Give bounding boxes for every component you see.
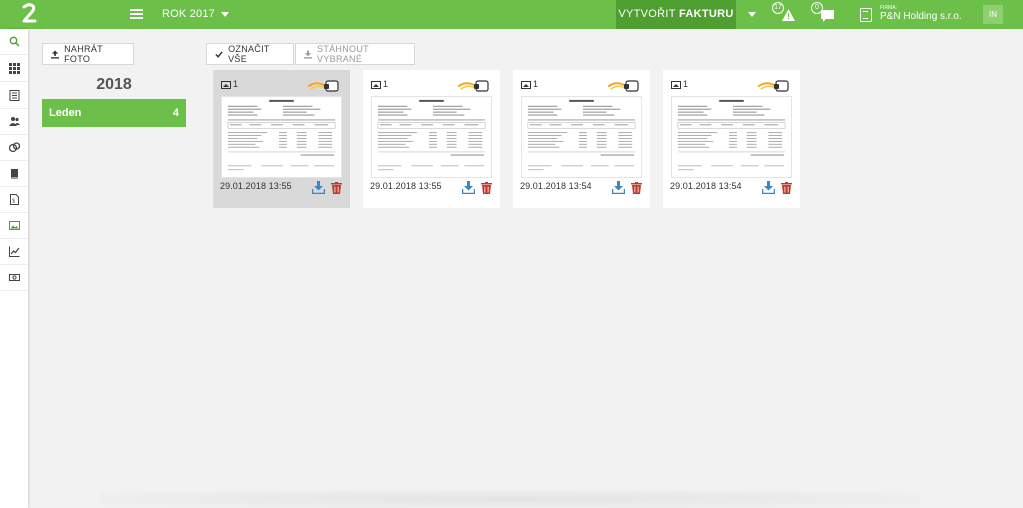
download-selected-label: STÁHNOUT VYBRANÉ bbox=[317, 44, 369, 64]
cash-icon bbox=[8, 274, 20, 281]
create-invoice-button[interactable]: VYTVOŘIT FAKTURU bbox=[616, 0, 736, 29]
upload-icon bbox=[51, 49, 60, 59]
processing-status-icon bbox=[608, 79, 640, 92]
logo-icon[interactable] bbox=[18, 2, 40, 26]
books-icon bbox=[10, 169, 18, 179]
download-icon[interactable] bbox=[312, 181, 325, 194]
upload-photo-button[interactable]: NAHRÁT FOTO bbox=[42, 43, 134, 65]
download-icon[interactable] bbox=[612, 181, 625, 194]
card-page-count: 1 bbox=[683, 79, 689, 89]
sidebar-item-contacts[interactable] bbox=[0, 109, 28, 135]
sidebar-item-apps[interactable] bbox=[0, 56, 28, 82]
top-bar: ROK 2017 VYTVOŘIT FAKTURU 17 0 FIRMA: P&… bbox=[0, 0, 1023, 29]
select-all-button[interactable]: OZNAČIT VŠE bbox=[206, 43, 294, 65]
sidebar-item-photos[interactable] bbox=[0, 213, 28, 239]
download-icon bbox=[304, 49, 313, 59]
invoice-icon: $ bbox=[9, 194, 19, 205]
download-icon[interactable] bbox=[762, 181, 775, 194]
image-icon bbox=[221, 81, 231, 89]
card-date: 29.01.2018 13:54 bbox=[520, 181, 592, 191]
card-date: 29.01.2018 13:55 bbox=[370, 181, 442, 191]
card-page-count: 1 bbox=[233, 79, 239, 89]
image-icon bbox=[371, 81, 381, 89]
search-icon bbox=[9, 36, 20, 47]
apps-grid-icon bbox=[8, 63, 20, 74]
trash-icon[interactable] bbox=[331, 182, 342, 194]
chevron-down-icon[interactable] bbox=[221, 12, 229, 17]
photo-card[interactable]: 1 bbox=[213, 70, 350, 208]
document-thumbnail[interactable] bbox=[671, 96, 792, 178]
hamburger-menu-icon[interactable] bbox=[130, 8, 143, 20]
photo-icon bbox=[8, 221, 20, 230]
sidebar-item-reports[interactable] bbox=[0, 239, 28, 265]
sidebar-item-books[interactable] bbox=[0, 161, 28, 187]
select-all-label: OZNAČIT VŠE bbox=[228, 44, 270, 64]
image-icon bbox=[671, 81, 681, 89]
sidebar-item-documents[interactable] bbox=[0, 83, 28, 109]
month-count: 4 bbox=[172, 107, 179, 119]
trash-icon[interactable] bbox=[631, 182, 642, 194]
download-icon[interactable] bbox=[462, 181, 475, 194]
month-item-leden[interactable]: Leden 4 bbox=[42, 99, 186, 127]
check-icon bbox=[215, 50, 223, 58]
month-label: Leden bbox=[49, 107, 82, 119]
sidebar-item-cash[interactable] bbox=[0, 265, 28, 291]
chat-icon bbox=[821, 10, 834, 22]
company-name[interactable]: P&N Holding s.r.o. bbox=[880, 11, 962, 22]
card-page-count: 1 bbox=[383, 79, 389, 89]
sidebar-item-invoices[interactable]: $ bbox=[0, 187, 28, 213]
processing-status-icon bbox=[758, 79, 790, 92]
document-thumbnail[interactable] bbox=[371, 96, 492, 178]
document-list-icon bbox=[9, 90, 19, 101]
create-invoice-prefix: VYTVOŘIT bbox=[618, 8, 676, 20]
create-invoice-bold: FAKTURU bbox=[678, 8, 734, 20]
trash-icon[interactable] bbox=[781, 182, 792, 194]
card-date: 29.01.2018 13:55 bbox=[220, 181, 292, 191]
archive-year-heading: 2018 bbox=[96, 76, 132, 93]
messages-button[interactable]: 0 bbox=[811, 2, 835, 26]
image-icon bbox=[521, 81, 531, 89]
photo-card[interactable]: 1 bbox=[363, 70, 500, 208]
alerts-button[interactable]: 17 bbox=[772, 2, 796, 26]
processing-status-icon bbox=[458, 79, 490, 92]
sidebar: $ bbox=[0, 29, 28, 508]
sidebar-item-finance[interactable] bbox=[0, 135, 28, 161]
document-thumbnail[interactable] bbox=[521, 96, 642, 178]
year-selector[interactable]: ROK 2017 bbox=[162, 8, 215, 20]
upload-photo-label: NAHRÁT FOTO bbox=[64, 44, 103, 64]
footer-shadow bbox=[100, 490, 920, 508]
download-selected-button[interactable]: STÁHNOUT VYBRANÉ bbox=[295, 43, 415, 65]
photo-card[interactable]: 1 bbox=[513, 70, 650, 208]
card-date: 29.01.2018 13:54 bbox=[670, 181, 742, 191]
avatar[interactable]: IN bbox=[983, 5, 1003, 24]
processing-status-icon bbox=[308, 79, 340, 92]
svg-text:$: $ bbox=[12, 199, 15, 205]
coins-icon bbox=[8, 142, 20, 153]
chart-line-icon bbox=[8, 246, 19, 257]
photo-card[interactable]: 1 bbox=[663, 70, 800, 208]
card-page-count: 1 bbox=[533, 79, 539, 89]
document-thumbnail[interactable] bbox=[221, 96, 342, 178]
warning-icon bbox=[782, 9, 795, 21]
users-icon bbox=[8, 117, 20, 126]
sidebar-item-search[interactable] bbox=[0, 29, 28, 55]
building-icon bbox=[860, 8, 872, 22]
create-options-chevron-icon[interactable] bbox=[748, 12, 756, 17]
trash-icon[interactable] bbox=[481, 182, 492, 194]
